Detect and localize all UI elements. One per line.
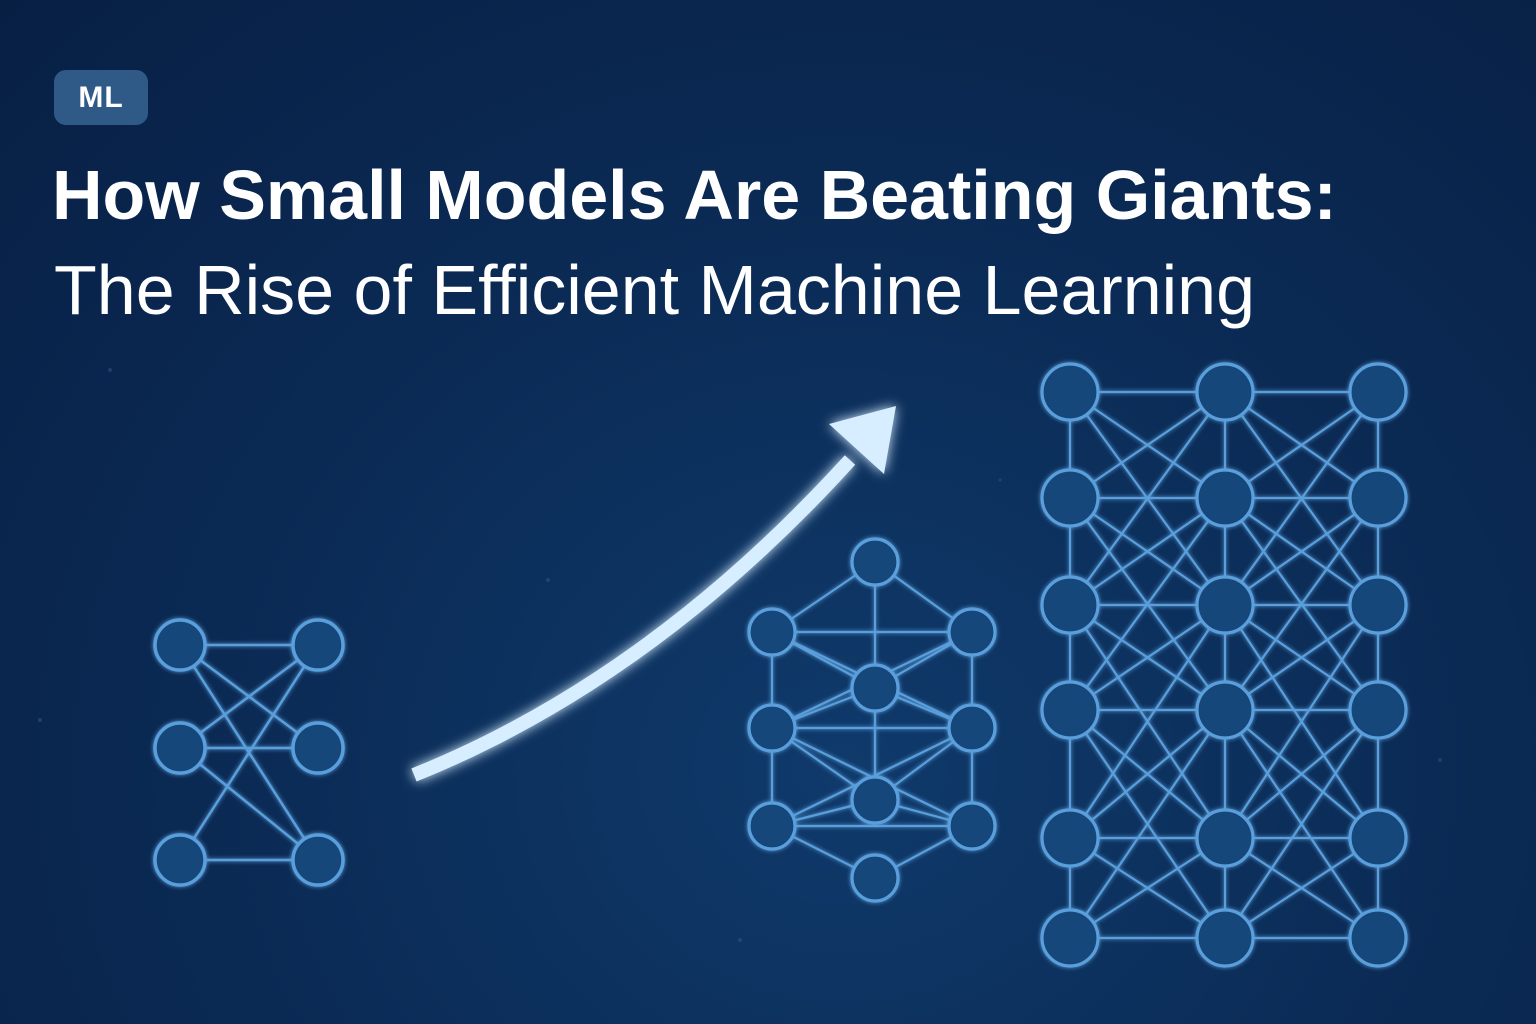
illustration [38, 362, 1442, 968]
network-node [153, 618, 207, 672]
upward-trend-arrow [411, 406, 896, 782]
network-node [1040, 680, 1100, 740]
network-node [947, 801, 997, 851]
network-node [1195, 468, 1255, 528]
network-node [850, 775, 900, 825]
network-node [1040, 468, 1100, 528]
network-node [1195, 575, 1255, 635]
network-node [1348, 908, 1408, 968]
network-node [291, 721, 345, 775]
network-node [1348, 362, 1408, 422]
network-node [850, 663, 900, 713]
network-node [1195, 362, 1255, 422]
network-node [1040, 808, 1100, 868]
large-network [1040, 362, 1408, 968]
medium-network [747, 537, 997, 903]
network-node [947, 607, 997, 657]
network-node [1195, 680, 1255, 740]
network-node [153, 833, 207, 887]
network-node [1348, 680, 1408, 740]
network-node [1348, 468, 1408, 528]
network-node [850, 537, 900, 587]
network-node [747, 607, 797, 657]
network-node [1040, 362, 1100, 422]
network-node [1348, 808, 1408, 868]
network-node [747, 703, 797, 753]
small-network [153, 618, 345, 887]
network-connections [770, 561, 974, 879]
network-node [291, 618, 345, 672]
network-node [1348, 575, 1408, 635]
network-node [747, 801, 797, 851]
network-node [850, 853, 900, 903]
network-node [1195, 908, 1255, 968]
network-node [1040, 908, 1100, 968]
network-node [153, 721, 207, 775]
network-node [1195, 808, 1255, 868]
network-node [1040, 575, 1100, 635]
network-node [291, 833, 345, 887]
network-node [947, 703, 997, 753]
